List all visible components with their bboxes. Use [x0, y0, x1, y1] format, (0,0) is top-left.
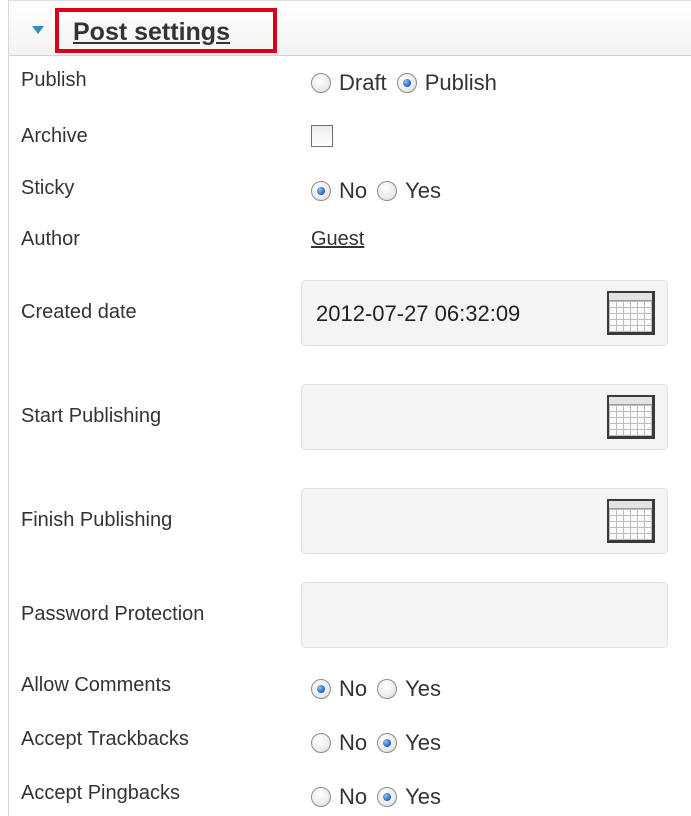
publish-radio-group: Draft Publish [311, 70, 507, 96]
row-sticky: Sticky No Yes [9, 162, 691, 214]
row-accept-pingbacks: Accept Pingbacks No Yes [9, 768, 691, 816]
finish-publishing-input[interactable] [301, 488, 668, 554]
row-created-date: Created date 2012-07-27 06:32:09 [9, 264, 691, 364]
radio-publish[interactable] [396, 73, 417, 93]
radio-publish-label: Publish [424, 70, 497, 95]
label-created-date: Created date [21, 301, 137, 323]
triangle-down-icon[interactable] [32, 26, 44, 34]
label-start-publishing: Start Publishing [21, 405, 162, 427]
row-allow-comments: Allow Comments No Yes [9, 664, 691, 716]
label-finish-publishing: Finish Publishing [21, 509, 173, 531]
label-archive: Archive [21, 125, 88, 147]
archive-checkbox[interactable] [311, 125, 333, 147]
row-start-publishing: Start Publishing [9, 364, 691, 468]
accept-pingbacks-radio-group: No Yes [311, 784, 451, 810]
section-header[interactable]: Post settings [9, 0, 691, 56]
row-archive: Archive [9, 108, 691, 162]
calendar-icon[interactable] [607, 499, 655, 543]
author-link[interactable]: Guest [311, 228, 364, 251]
row-finish-publishing: Finish Publishing [9, 468, 691, 572]
accept-trackbacks-radio-group: No Yes [311, 730, 451, 756]
row-accept-trackbacks: Accept Trackbacks No Yes [9, 716, 691, 768]
radio-sticky-no[interactable] [311, 181, 331, 201]
radio-comments-yes[interactable] [377, 679, 398, 699]
radio-trackbacks-no[interactable] [311, 733, 331, 753]
post-settings-panel: Post settings Publish Draft Publish Arch… [8, 0, 691, 816]
radio-pingbacks-yes[interactable] [377, 787, 398, 807]
section-title[interactable]: Post settings [73, 18, 230, 47]
row-author: Author Guest [9, 214, 691, 264]
radio-draft[interactable] [311, 73, 331, 93]
radio-comments-no-label: No [339, 676, 368, 701]
label-accept-trackbacks: Accept Trackbacks [21, 728, 189, 750]
radio-trackbacks-yes[interactable] [377, 733, 398, 753]
created-date-value: 2012-07-27 06:32:09 [316, 301, 521, 326]
radio-sticky-yes-label: Yes [405, 178, 442, 203]
radio-draft-label: Draft [339, 70, 387, 95]
label-author: Author [21, 228, 80, 250]
radio-comments-yes-label: Yes [405, 676, 442, 701]
radio-trackbacks-no-label: No [339, 730, 368, 755]
start-publishing-input[interactable] [301, 384, 668, 450]
password-protection-input[interactable] [301, 582, 668, 648]
calendar-icon[interactable] [607, 291, 655, 335]
created-date-input[interactable]: 2012-07-27 06:32:09 [301, 280, 668, 346]
allow-comments-radio-group: No Yes [311, 676, 451, 702]
radio-sticky-yes[interactable] [377, 181, 398, 201]
radio-trackbacks-yes-label: Yes [405, 730, 442, 755]
label-password-protection: Password Protection [21, 603, 205, 625]
sticky-radio-group: No Yes [311, 178, 451, 204]
radio-pingbacks-yes-label: Yes [405, 784, 442, 809]
title-highlight-box: Post settings [55, 8, 277, 53]
label-publish: Publish [21, 69, 87, 91]
calendar-icon[interactable] [607, 395, 655, 439]
radio-pingbacks-no[interactable] [311, 787, 331, 807]
label-allow-comments: Allow Comments [21, 674, 172, 696]
label-accept-pingbacks: Accept Pingbacks [21, 782, 180, 804]
radio-sticky-no-label: No [339, 178, 368, 203]
row-password-protection: Password Protection [9, 572, 691, 664]
label-sticky: Sticky [21, 177, 75, 199]
radio-comments-no[interactable] [311, 679, 331, 699]
radio-pingbacks-no-label: No [339, 784, 368, 809]
row-publish: Publish Draft Publish [9, 56, 691, 108]
